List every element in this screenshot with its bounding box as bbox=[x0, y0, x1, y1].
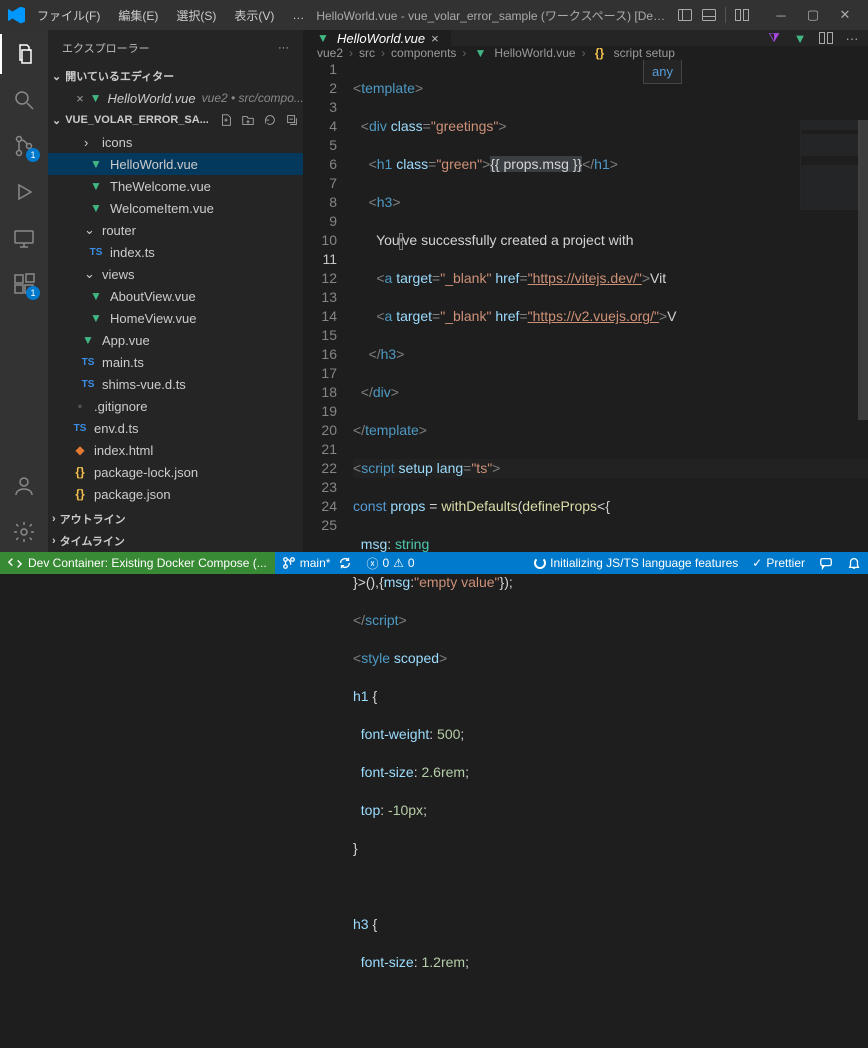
menu-more[interactable]: … bbox=[286, 4, 310, 26]
remote-icon bbox=[8, 556, 22, 570]
menu-view[interactable]: 表示(V) bbox=[228, 3, 280, 28]
section-timeline[interactable]: ›タイムライン bbox=[48, 530, 303, 552]
code-content[interactable]: <template> <div class="greetings"> <h1 c… bbox=[353, 60, 868, 1048]
file-thewelcome[interactable]: ▼TheWelcome.vue bbox=[48, 175, 303, 197]
tab-helloworld[interactable]: ▼ HelloWorld.vue × bbox=[303, 30, 452, 46]
ts-file-icon: TS bbox=[80, 357, 96, 368]
sidebar: エクスプローラー ··· ⌄開いているエディター × ▼ HelloWorld.… bbox=[48, 30, 303, 552]
code-editor[interactable]: 1234567891011121314151617181920212223242… bbox=[303, 60, 868, 1048]
file-index-ts[interactable]: TSindex.ts bbox=[48, 241, 303, 263]
activity-settings-icon[interactable] bbox=[0, 512, 48, 552]
split-icon[interactable] bbox=[818, 30, 834, 46]
vue-file-icon: ▼ bbox=[88, 201, 104, 215]
refresh-icon[interactable] bbox=[263, 113, 277, 127]
ext-badge: 1 bbox=[26, 286, 40, 300]
activity-remote-icon[interactable] bbox=[0, 218, 48, 258]
tab-more-icon[interactable]: ··· bbox=[844, 30, 860, 46]
vue-file-icon: ▼ bbox=[88, 157, 104, 171]
ts-file-icon: TS bbox=[80, 379, 96, 390]
file-pkg[interactable]: {}package.json bbox=[48, 483, 303, 505]
toggle-sidebar-icon[interactable] bbox=[677, 7, 693, 23]
file-welcomeitem[interactable]: ▼WelcomeItem.vue bbox=[48, 197, 303, 219]
line-numbers: 1234567891011121314151617181920212223242… bbox=[303, 60, 353, 1048]
vertical-scrollbar[interactable] bbox=[858, 120, 868, 1023]
file-gitignore[interactable]: ◦.gitignore bbox=[48, 395, 303, 417]
minimize-icon[interactable]: ─ bbox=[766, 8, 796, 23]
minimap[interactable] bbox=[800, 120, 860, 210]
vscode-logo-icon bbox=[8, 7, 25, 24]
sidebar-more-icon[interactable]: ··· bbox=[278, 42, 289, 54]
vue-file-icon: ▼ bbox=[88, 311, 104, 325]
vue-file-icon: ▼ bbox=[90, 91, 102, 105]
folder-icons[interactable]: ›icons bbox=[48, 131, 303, 153]
open-editor-item[interactable]: × ▼ HelloWorld.vue vue2 • src/compo... bbox=[48, 87, 303, 109]
activity-account-icon[interactable] bbox=[0, 466, 48, 506]
json-file-icon: {} bbox=[72, 487, 88, 501]
close-icon[interactable]: ✕ bbox=[830, 7, 860, 23]
activity-bar: 1 1 bbox=[0, 30, 48, 552]
vite-icon[interactable]: ⧩ bbox=[766, 30, 782, 46]
menu-edit[interactable]: 編集(E) bbox=[112, 3, 164, 28]
branch-icon bbox=[282, 556, 296, 570]
file-homeview[interactable]: ▼HomeView.vue bbox=[48, 307, 303, 329]
section-workspace[interactable]: ⌄VUE_VOLAR_ERROR_SA... bbox=[48, 109, 303, 131]
split-editor-icon[interactable] bbox=[734, 7, 750, 23]
new-folder-icon[interactable] bbox=[241, 113, 255, 127]
collapse-all-icon[interactable] bbox=[285, 113, 299, 127]
vue-file-icon: ▼ bbox=[80, 333, 96, 347]
activity-debug-icon[interactable] bbox=[0, 172, 48, 212]
window-title: HelloWorld.vue - vue_volar_error_sample … bbox=[316, 7, 671, 24]
file-envdts[interactable]: TSenv.d.ts bbox=[48, 417, 303, 439]
vue-file-icon: ▼ bbox=[88, 289, 104, 303]
scm-badge: 1 bbox=[26, 148, 40, 162]
file-indexhtml[interactable]: ◆index.html bbox=[48, 439, 303, 461]
section-open-editors[interactable]: ⌄開いているエディター bbox=[48, 65, 303, 87]
maximize-icon[interactable]: ▢ bbox=[798, 7, 828, 23]
file-hello[interactable]: ▼HelloWorld.vue bbox=[48, 153, 303, 175]
menu-file[interactable]: ファイル(F) bbox=[31, 3, 106, 28]
activity-extensions-icon[interactable]: 1 bbox=[0, 264, 48, 304]
section-outline[interactable]: ›アウトライン bbox=[48, 508, 303, 530]
tab-close-icon[interactable]: × bbox=[431, 31, 439, 46]
volar-icon[interactable]: ▼ bbox=[792, 30, 808, 46]
activity-search-icon[interactable] bbox=[0, 80, 48, 120]
activity-scm-icon[interactable]: 1 bbox=[0, 126, 48, 166]
vue-file-icon: ▼ bbox=[315, 31, 331, 45]
sidebar-title: エクスプローラー bbox=[62, 40, 150, 56]
toggle-panel-icon[interactable] bbox=[701, 7, 717, 23]
tab-bar: ▼ HelloWorld.vue × ⧩ ▼ ··· bbox=[303, 30, 868, 46]
ts-file-icon: TS bbox=[88, 247, 104, 258]
html-file-icon: ◆ bbox=[72, 443, 88, 457]
ts-file-icon: TS bbox=[72, 423, 88, 434]
activity-explorer-icon[interactable] bbox=[0, 34, 48, 74]
title-bar: ファイル(F) 編集(E) 選択(S) 表示(V) … HelloWorld.v… bbox=[0, 0, 868, 30]
file-main-ts[interactable]: TSmain.ts bbox=[48, 351, 303, 373]
breadcrumb[interactable]: vue2› src› components› ▼HelloWorld.vue› … bbox=[303, 46, 868, 60]
hover-tooltip: any bbox=[643, 60, 682, 84]
folder-router[interactable]: ⌄router bbox=[48, 219, 303, 241]
file-pkglock[interactable]: {}package-lock.json bbox=[48, 461, 303, 483]
json-file-icon: {} bbox=[72, 465, 88, 479]
file-shims[interactable]: TSshims-vue.d.ts bbox=[48, 373, 303, 395]
new-file-icon[interactable] bbox=[219, 113, 233, 127]
folder-views[interactable]: ⌄views bbox=[48, 263, 303, 285]
file-aboutview[interactable]: ▼AboutView.vue bbox=[48, 285, 303, 307]
git-file-icon: ◦ bbox=[72, 399, 88, 413]
vue-file-icon: ▼ bbox=[88, 179, 104, 193]
close-editor-icon[interactable]: × bbox=[76, 91, 84, 106]
menu-select[interactable]: 選択(S) bbox=[170, 3, 222, 28]
editor-group: ▼ HelloWorld.vue × ⧩ ▼ ··· vue2› src› co… bbox=[303, 30, 868, 552]
file-app[interactable]: ▼App.vue bbox=[48, 329, 303, 351]
status-remote[interactable]: Dev Container: Existing Docker Compose (… bbox=[0, 552, 275, 574]
